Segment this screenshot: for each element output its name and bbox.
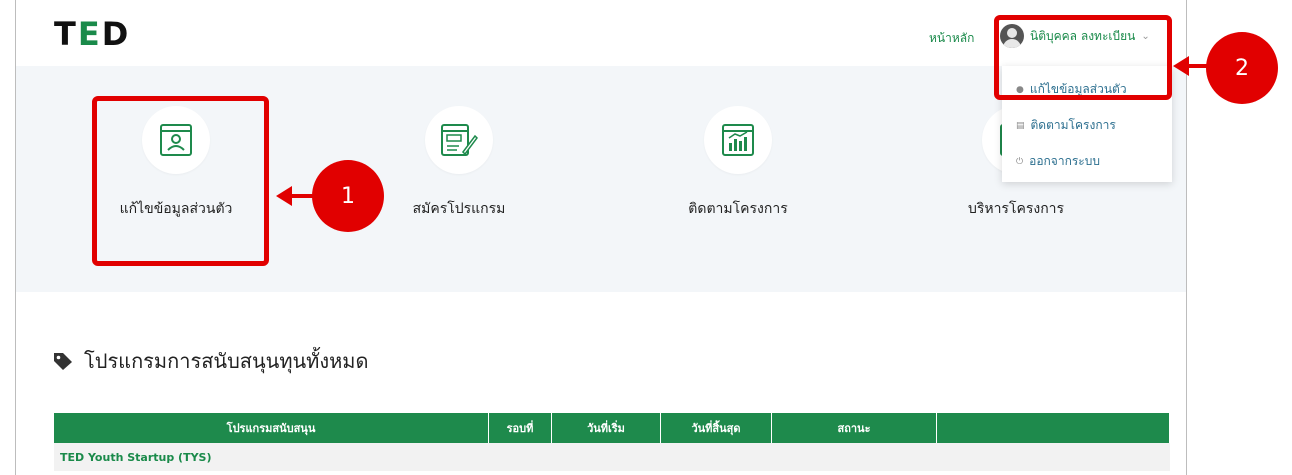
column-header[interactable]: วันที่เริ่ม	[551, 413, 661, 443]
column-header[interactable]: รอบที่	[488, 413, 552, 443]
column-header[interactable]: โปรแกรมสนับสนุน	[54, 413, 489, 443]
logo-letter-t: T	[54, 15, 78, 53]
arrowhead-left-icon	[276, 186, 292, 206]
ted-logo[interactable]: TED	[54, 15, 131, 53]
column-header	[936, 413, 1170, 443]
callout-badge-2: 2	[1206, 32, 1278, 104]
tile-label: บริหารโครงการ	[967, 201, 1065, 217]
list-icon: ▤	[1016, 120, 1025, 131]
section-title-text: โปรแกรมการสนับสนุนทุนทั้งหมด	[84, 349, 369, 373]
table-header-row: โปรแกรมสนับสนุน รอบที่ วันที่เริ่ม วันที…	[54, 413, 1170, 443]
home-link[interactable]: หน้าหลัก	[929, 29, 974, 48]
dropdown-item-label: ออกจากระบบ	[1029, 154, 1100, 168]
tile-apply-program[interactable]: สมัครโปรแกรม	[359, 106, 559, 220]
form-edit-icon	[425, 106, 493, 174]
tile-label: สมัครโปรแกรม	[412, 201, 506, 217]
annotation-box-2	[994, 15, 1172, 100]
tag-icon	[54, 353, 72, 370]
column-header[interactable]: วันที่สิ้นสุด	[660, 413, 772, 443]
chart-window-icon	[704, 106, 772, 174]
table-row[interactable]: TED Youth Startup (TYS)	[54, 443, 1170, 471]
dropdown-item-label: ติดตามโครงการ	[1030, 118, 1116, 132]
tile-label: ติดตามโครงการ	[688, 201, 788, 217]
annotation-box-1	[92, 96, 269, 266]
callout-badge-1: 1	[312, 160, 384, 232]
column-header[interactable]: สถานะ	[771, 413, 937, 443]
power-icon: ⏻	[1016, 156, 1024, 167]
logo-letter-e: E	[77, 15, 102, 53]
logo-letter-d: D	[101, 15, 131, 53]
dropdown-item-logout[interactable]: ⏻ ออกจากระบบ	[1016, 152, 1100, 171]
arrowhead-left-icon	[1173, 56, 1189, 76]
dropdown-item-track-project[interactable]: ▤ ติดตามโครงการ	[1016, 116, 1116, 135]
section-heading: โปรแกรมการสนับสนุนทุนทั้งหมด	[52, 345, 368, 377]
tile-track-project[interactable]: ติดตามโครงการ	[638, 106, 838, 220]
programs-table: โปรแกรมสนับสนุน รอบที่ วันที่เริ่ม วันที…	[54, 413, 1170, 471]
program-name-cell[interactable]: TED Youth Startup (TYS)	[54, 443, 1170, 471]
